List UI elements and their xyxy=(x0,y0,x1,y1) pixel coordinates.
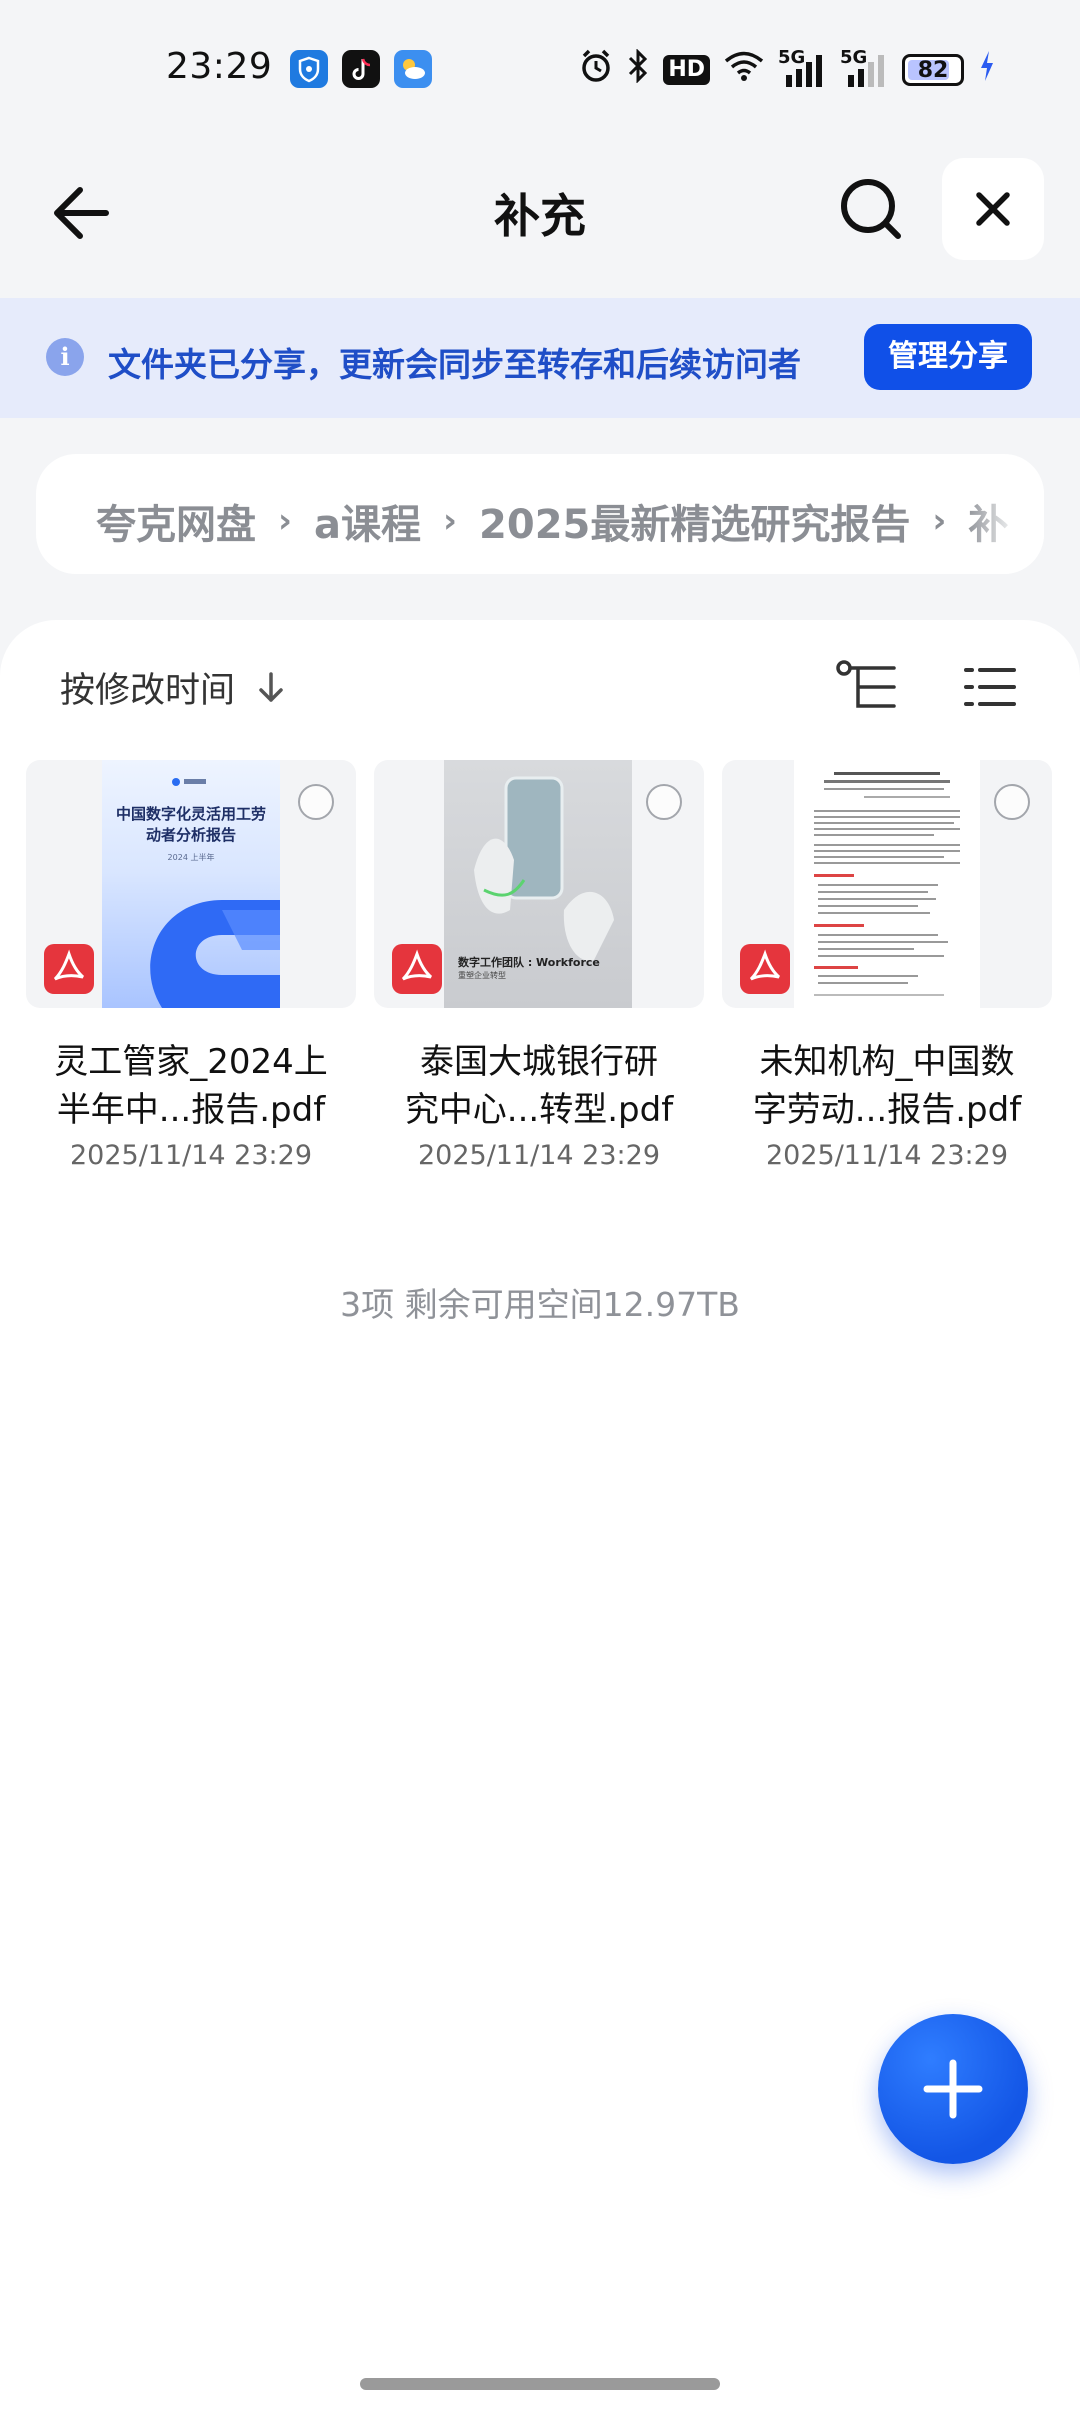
manage-share-button[interactable]: 管理分享 xyxy=(864,324,1032,390)
cover-art xyxy=(150,778,280,1008)
file-thumbnail: 数字工作团队 : Workforce 重塑企业转型 xyxy=(374,760,704,1008)
breadcrumb-fade xyxy=(964,454,1044,574)
shield-app-icon xyxy=(290,50,328,88)
file-thumbnail xyxy=(722,760,1052,1008)
page-title: 补充 xyxy=(494,189,586,243)
status-time: 23:29 xyxy=(166,46,273,87)
share-banner-text: 文件夹已分享，更新会同步至转存和后续访问者 xyxy=(108,345,801,384)
pdf-icon xyxy=(44,944,94,994)
sort-control[interactable]: 按修改时间 xyxy=(60,662,287,713)
signal-5g-icon: 5G xyxy=(778,47,826,87)
file-list-panel: 按修改时间 中国数字化灵活用工劳动者分析报告 2024 上半年 灵工管家_202… xyxy=(0,620,1080,2412)
tree-view-icon xyxy=(836,660,896,708)
home-indicator[interactable] xyxy=(360,2378,720,2390)
plus-icon xyxy=(923,2059,983,2119)
battery-level: 82 xyxy=(917,57,949,83)
pdf-icon xyxy=(740,944,790,994)
pdf-page-preview xyxy=(794,760,980,1008)
hd-voice-icon: HD xyxy=(663,54,710,85)
battery-icon: 82 xyxy=(902,53,964,86)
file-date: 2025/11/14 23:29 xyxy=(765,1140,1008,1171)
cover-title: 数字工作团队 : Workforce xyxy=(458,956,600,969)
share-banner: i 文件夹已分享，更新会同步至转存和后续访问者 管理分享 xyxy=(0,298,1080,418)
search-button[interactable] xyxy=(836,174,906,244)
signal-5g-icon: 5G xyxy=(840,47,888,87)
storage-summary: 3项 剩余可用空间12.97TB xyxy=(340,1285,740,1324)
charging-icon xyxy=(978,49,996,90)
file-thumbnail: 中国数字化灵活用工劳动者分析报告 2024 上半年 xyxy=(26,760,356,1008)
select-checkbox[interactable] xyxy=(298,784,334,820)
page-text-lines xyxy=(814,772,960,996)
header: 补充 xyxy=(0,150,1080,270)
close-icon xyxy=(976,192,1010,226)
add-button[interactable] xyxy=(878,2014,1028,2164)
weather-icon xyxy=(394,50,432,88)
status-icons: HD 5G 5G 82 xyxy=(579,47,996,91)
list-view-button[interactable] xyxy=(964,666,1016,708)
file-name-line: 灵工管家_2024上 xyxy=(54,1042,328,1082)
breadcrumb-item-root[interactable]: 夸克网盘 xyxy=(96,492,256,550)
file-name-line: 半年中...报告.pdf xyxy=(56,1090,326,1130)
pdf-icon xyxy=(392,944,442,994)
file-card[interactable]: 数字工作团队 : Workforce 重塑企业转型 泰国大城银行研 究中心...… xyxy=(374,760,704,1200)
cover-subtitle: 2024 上半年 xyxy=(167,853,215,862)
info-icon: i xyxy=(46,338,84,376)
file-grid: 中国数字化灵活用工劳动者分析报告 2024 上半年 灵工管家_2024上 半年中… xyxy=(26,760,1056,1220)
pdf-cover-preview: 中国数字化灵活用工劳动者分析报告 2024 上半年 xyxy=(102,760,280,1008)
file-name-line: 字劳动...报告.pdf xyxy=(752,1090,1022,1130)
file-name-line: 泰国大城银行研 xyxy=(420,1042,658,1082)
arrow-down-icon xyxy=(259,671,283,702)
chevron-right-icon: › xyxy=(278,501,293,541)
chevron-right-icon: › xyxy=(932,501,947,541)
file-name-line: 未知机构_中国数 xyxy=(759,1042,1015,1082)
cover-subtitle: 重塑企业转型 xyxy=(458,971,506,980)
file-name: 未知机构_中国数 字劳动...报告.pdf xyxy=(722,1038,1052,1134)
file-date: 2025/11/14 23:29 xyxy=(69,1140,312,1171)
file-card[interactable]: 未知机构_中国数 字劳动...报告.pdf 2025/11/14 23:29 xyxy=(722,760,1052,1200)
breadcrumb-item-reports[interactable]: 2025最新精选研究报告 xyxy=(479,492,910,550)
breadcrumb-item-course[interactable]: a课程 xyxy=(314,492,421,550)
search-icon xyxy=(841,179,901,239)
bluetooth-icon xyxy=(627,48,649,90)
status-bar: 23:29 HD 5G 5G 82 xyxy=(0,0,1080,140)
alarm-icon xyxy=(579,48,613,91)
chevron-right-icon: › xyxy=(443,501,458,541)
sort-label: 按修改时间 xyxy=(60,671,236,711)
cover-title: 中国数字化灵活用工劳动者分析报告 xyxy=(115,805,266,844)
file-name: 泰国大城银行研 究中心...转型.pdf xyxy=(374,1038,704,1134)
file-card[interactable]: 中国数字化灵活用工劳动者分析报告 2024 上半年 灵工管家_2024上 半年中… xyxy=(26,760,356,1200)
close-button[interactable] xyxy=(942,158,1044,260)
file-name: 灵工管家_2024上 半年中...报告.pdf xyxy=(26,1038,356,1134)
tree-view-button[interactable] xyxy=(836,660,898,714)
breadcrumb-items: 夸克网盘 › a课程 › 2025最新精选研究报告 › 补 xyxy=(96,492,1008,550)
pdf-cover-preview: 数字工作团队 : Workforce 重塑企业转型 xyxy=(444,760,632,1008)
select-checkbox[interactable] xyxy=(994,784,1030,820)
file-date: 2025/11/14 23:29 xyxy=(417,1140,660,1171)
file-name-line: 究中心...转型.pdf xyxy=(404,1090,674,1130)
tiktok-icon xyxy=(342,50,380,88)
select-checkbox[interactable] xyxy=(646,784,682,820)
wifi-icon xyxy=(724,50,764,89)
breadcrumb: 夸克网盘 › a课程 › 2025最新精选研究报告 › 补 xyxy=(36,454,1044,574)
list-view-icon xyxy=(964,668,1016,706)
